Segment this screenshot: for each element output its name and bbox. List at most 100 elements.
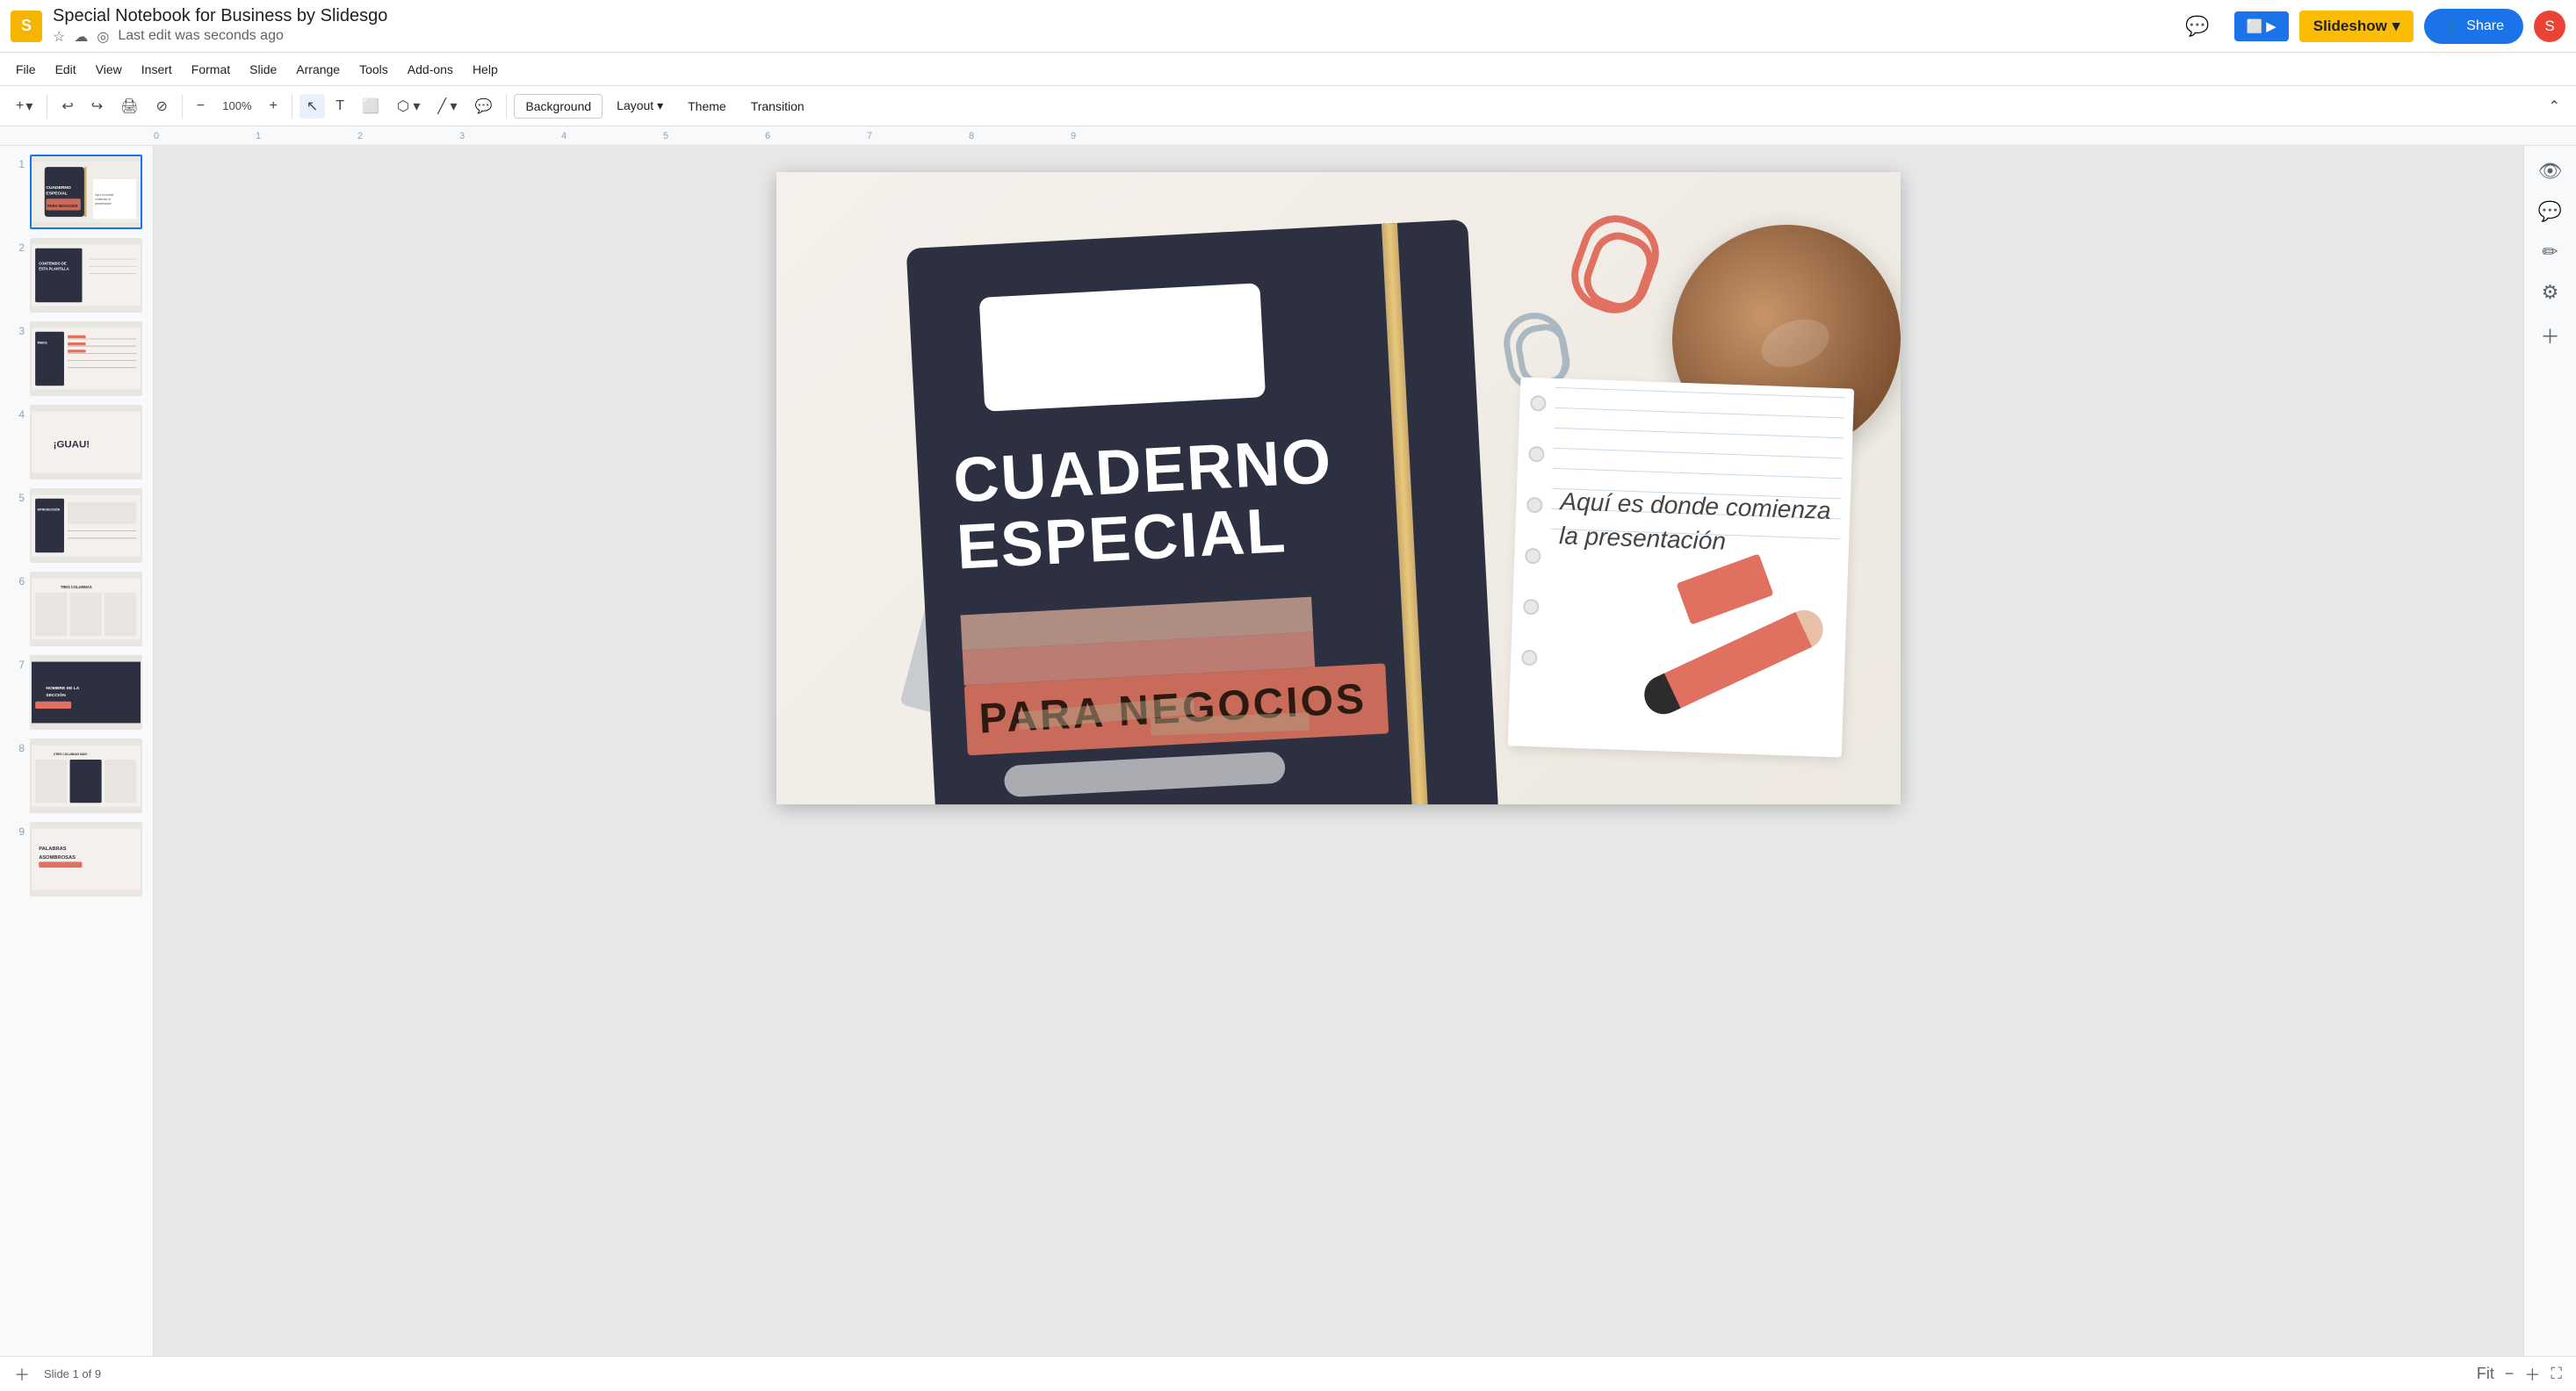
menu-slide[interactable]: Slide	[241, 59, 285, 80]
notebook-bottom-rect	[1004, 751, 1286, 797]
add-slide-bottom-button[interactable]: ＋	[14, 1363, 30, 1386]
present-icon: ⬜	[2247, 18, 2263, 34]
slide-img-7[interactable]: NOMBRE DE LA SECCIÓN	[30, 655, 142, 730]
app-logo[interactable]: S	[11, 11, 42, 42]
paper-line-3	[1554, 428, 1844, 439]
slide-img-5[interactable]: INTRODUCCIÓN	[30, 488, 142, 563]
zoom-label-button[interactable]: 100%	[215, 96, 258, 116]
right-icon-comment[interactable]: 💬	[2538, 200, 2562, 223]
slide-img-6[interactable]: TRES COLUMNAS	[30, 572, 142, 646]
user-avatar[interactable]: S	[2534, 11, 2565, 42]
slide-count-label: Slide 1 of 9	[44, 1367, 101, 1380]
text-tool-button[interactable]: T	[328, 95, 351, 118]
hole-6	[1521, 650, 1538, 667]
zoom-in-bottom[interactable]: ＋	[2524, 1363, 2540, 1386]
svg-text:comienza la: comienza la	[95, 198, 111, 201]
canvas-area[interactable]: CUADERNO ESPECIAL PARA NEGOCIOS	[154, 146, 2523, 1356]
svg-text:presentación: presentación	[95, 202, 112, 205]
right-icon-edit[interactable]: ✏	[2542, 241, 2558, 263]
bottom-bar: ＋ Slide 1 of 9 Fit − ＋ ⛶	[0, 1356, 2576, 1391]
slide-img-8[interactable]: ¡TRES COLUMNAS MÁS!	[30, 739, 142, 813]
fit-button[interactable]: Fit	[2477, 1365, 2494, 1383]
share-button[interactable]: 👤 Share	[2424, 9, 2523, 44]
slide-canvas-4: ¡GUAU!	[32, 407, 141, 478]
slide-img-9[interactable]: PALABRAS ASOMBROSAS	[30, 822, 142, 897]
menu-help[interactable]: Help	[464, 59, 507, 80]
cloud-icon[interactable]: ☁	[74, 28, 88, 46]
add-slide-button[interactable]: + ▾	[9, 94, 40, 119]
slide-img-2[interactable]: CONTENIDO DE ESTA PLANTILLA	[30, 238, 142, 313]
slide-num-6: 6	[11, 572, 25, 587]
menu-edit[interactable]: Edit	[47, 59, 85, 80]
comment-tool-button[interactable]: 💬	[468, 94, 500, 119]
theme-button[interactable]: Theme	[677, 95, 737, 118]
comment-button[interactable]: 💬	[2171, 8, 2223, 45]
collapse-button[interactable]: ⌃	[2542, 94, 2567, 119]
slide-thumb-9[interactable]: 9 PALABRAS ASOMBROSAS	[11, 822, 142, 897]
svg-text:ESTA PLANTILLA: ESTA PLANTILLA	[39, 266, 69, 270]
last-edit-label: Last edit was seconds ago	[118, 28, 284, 46]
paper-line-1	[1555, 387, 1845, 399]
paint-format-button[interactable]: ⊘	[149, 94, 175, 119]
slide-panel: 1 CUADERNO ESPECIAL PARA NEGOCIOS Aquí e…	[0, 146, 154, 1356]
share-icon: 👤	[2443, 18, 2461, 35]
top-right-area: 💬 ⬜ ▶ Slideshow ▾ 👤 Share S	[2171, 8, 2565, 45]
add-icon: +	[16, 98, 24, 114]
slide-main[interactable]: CUADERNO ESPECIAL PARA NEGOCIOS	[776, 172, 1901, 804]
slide-img-3[interactable]: ÍNDICE	[30, 321, 142, 396]
right-icon-eye[interactable]: 👁	[2538, 160, 2563, 183]
star-icon[interactable]: ☆	[53, 28, 65, 46]
slide-canvas-3: ÍNDICE	[32, 323, 141, 394]
slide-thumb-7[interactable]: 7 NOMBRE DE LA SECCIÓN	[11, 655, 142, 730]
line-tool-button[interactable]: ╱ ▾	[430, 94, 464, 119]
separator-2	[182, 94, 183, 119]
slide-thumb-8[interactable]: 8 ¡TRES COLUMNAS MÁS!	[11, 739, 142, 813]
notebook-white-rect	[979, 283, 1266, 412]
redo-button[interactable]: ↪	[84, 94, 110, 119]
notebook[interactable]: CUADERNO ESPECIAL PARA NEGOCIOS	[906, 220, 1499, 804]
slide-thumb-1[interactable]: 1 CUADERNO ESPECIAL PARA NEGOCIOS Aquí e…	[11, 155, 142, 229]
slide-thumb-2[interactable]: 2 CONTENIDO DE ESTA PLANTILLA	[11, 238, 142, 313]
menu-arrange[interactable]: Arrange	[287, 59, 349, 80]
zoom-out-button[interactable]: −	[190, 95, 212, 118]
undo-button[interactable]: ↩	[54, 94, 80, 119]
background-button[interactable]: Background	[514, 94, 603, 119]
menu-addons[interactable]: Add-ons	[399, 59, 462, 80]
image-tool-button[interactable]: ⬜	[355, 94, 386, 119]
slide-thumb-4[interactable]: 4 ¡GUAU!	[11, 405, 142, 479]
main-area: 1 CUADERNO ESPECIAL PARA NEGOCIOS Aquí e…	[0, 146, 2576, 1356]
slide-img-4[interactable]: ¡GUAU!	[30, 405, 142, 479]
right-icon-settings[interactable]: ⚙	[2542, 281, 2559, 304]
paper-line-4	[1554, 448, 1844, 459]
slide-thumb-3[interactable]: 3 ÍNDICE	[11, 321, 142, 396]
right-icon-add[interactable]: ＋	[2540, 321, 2559, 350]
hole-4	[1525, 548, 1541, 565]
transition-button[interactable]: Transition	[740, 95, 815, 118]
menu-insert[interactable]: Insert	[133, 59, 181, 80]
fullscreen-button[interactable]: ⛶	[2551, 1365, 2562, 1383]
slide-canvas-8: ¡TRES COLUMNAS MÁS!	[32, 740, 141, 811]
present-button[interactable]: ⬜ ▶	[2234, 11, 2289, 41]
slide-img-1[interactable]: CUADERNO ESPECIAL PARA NEGOCIOS Aquí es …	[30, 155, 142, 229]
slideshow-button[interactable]: Slideshow ▾	[2299, 11, 2414, 42]
ruler-mark-8: 8	[969, 131, 1071, 141]
print-button[interactable]: 🖨	[113, 94, 145, 119]
menu-bar: File Edit View Insert Format Slide Arran…	[0, 53, 2576, 86]
slide-thumb-5[interactable]: 5 INTRODUCCIÓN	[11, 488, 142, 563]
ruler-mark-2: 2	[357, 131, 459, 141]
zoom-out-bottom[interactable]: −	[2505, 1365, 2515, 1383]
svg-text:ASOMBROSAS: ASOMBROSAS	[39, 855, 76, 861]
shape-tool-button[interactable]: ⬡ ▾	[390, 94, 427, 119]
folder-icon[interactable]: ◎	[97, 28, 109, 46]
menu-view[interactable]: View	[87, 59, 131, 80]
slide-canvas-7: NOMBRE DE LA SECCIÓN	[32, 657, 141, 728]
slide-num-8: 8	[11, 739, 25, 754]
select-tool-button[interactable]: ↖	[299, 94, 325, 119]
layout-button[interactable]: Layout ▾	[606, 94, 674, 118]
menu-format[interactable]: Format	[183, 59, 239, 80]
menu-file[interactable]: File	[7, 59, 45, 80]
slide-thumb-6[interactable]: 6 TRES COLUMNAS	[11, 572, 142, 646]
zoom-in-button[interactable]: +	[263, 95, 285, 118]
menu-tools[interactable]: Tools	[350, 59, 397, 80]
slide-num-9: 9	[11, 822, 25, 838]
